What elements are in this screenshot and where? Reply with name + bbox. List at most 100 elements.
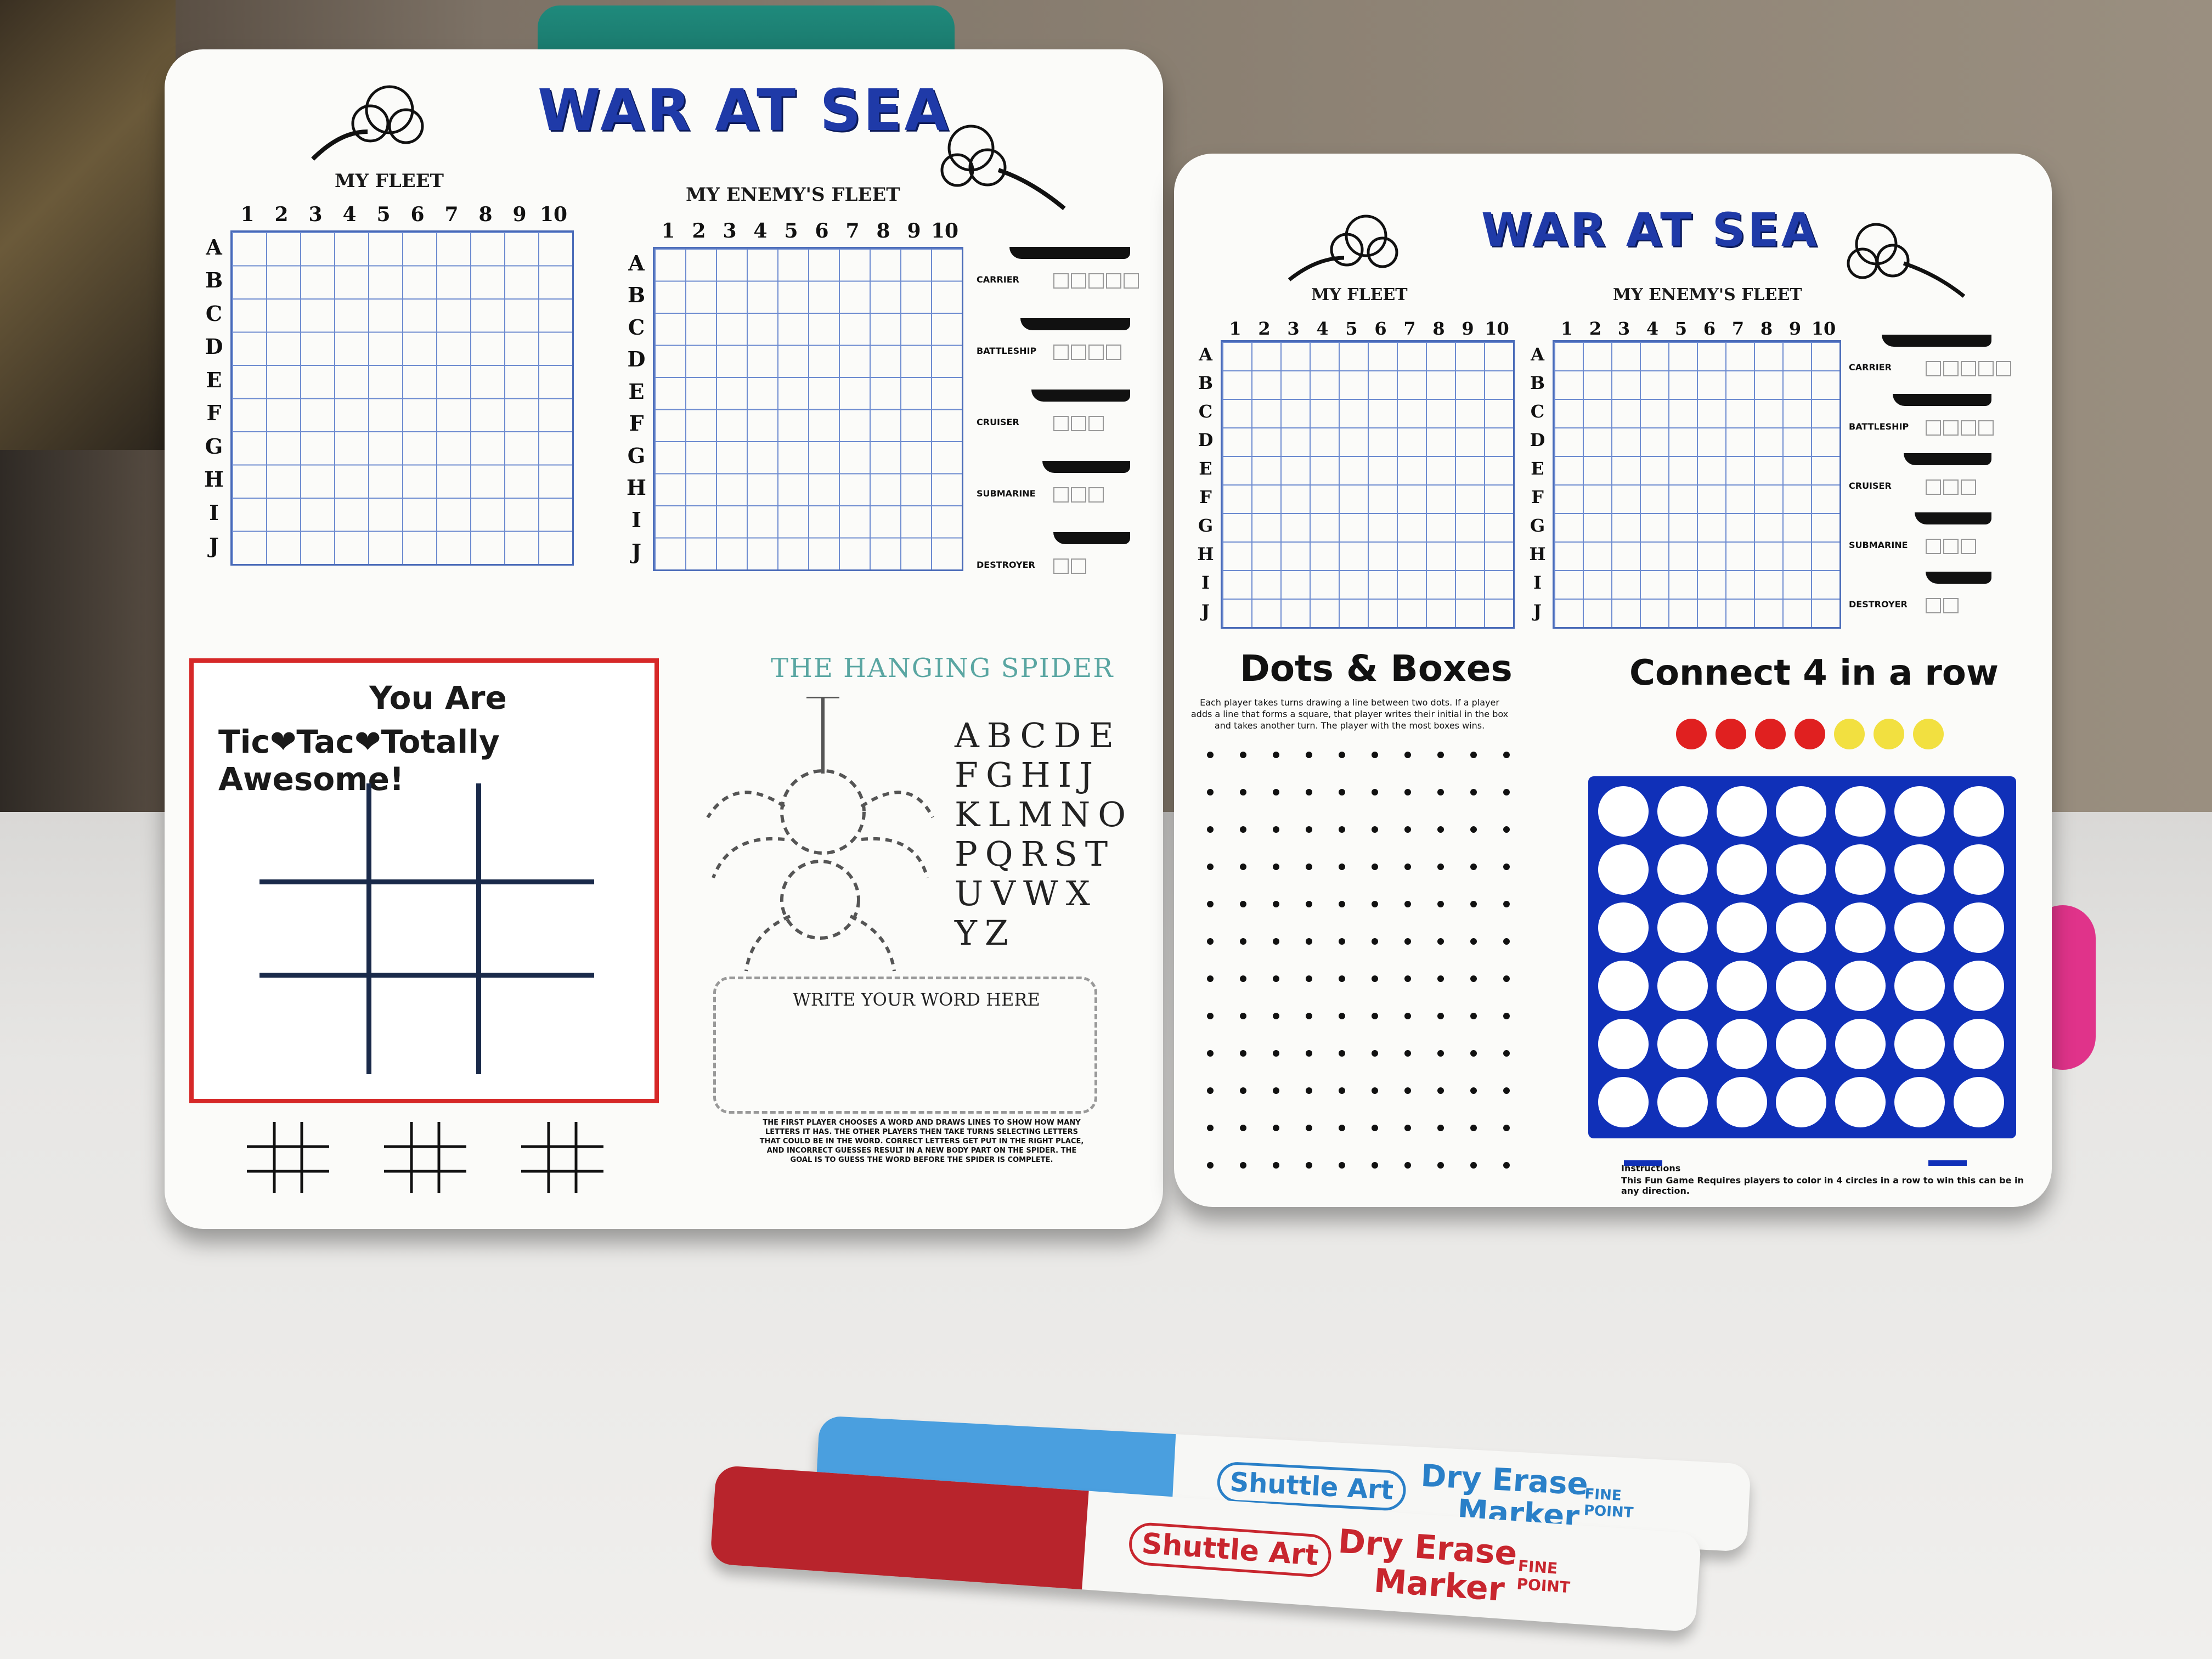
connect-four-slot[interactable] <box>1717 844 1767 895</box>
dot[interactable] <box>1207 1125 1214 1131</box>
dot[interactable] <box>1404 1162 1411 1169</box>
alphabet-row[interactable]: ABCDE <box>955 716 1133 755</box>
connect-four-slot[interactable] <box>1835 844 1886 895</box>
dot[interactable] <box>1339 975 1345 982</box>
dot[interactable] <box>1240 975 1246 982</box>
connect-four-slot[interactable] <box>1717 902 1767 953</box>
dot[interactable] <box>1470 1125 1477 1131</box>
dot[interactable] <box>1404 975 1411 982</box>
dot[interactable] <box>1437 752 1444 758</box>
enemy-fleet-grid[interactable] <box>1553 340 1841 629</box>
dot[interactable] <box>1306 789 1312 795</box>
dot[interactable] <box>1372 1162 1378 1169</box>
hit-box[interactable] <box>1926 420 1941 436</box>
connect-four-slot[interactable] <box>1954 786 2004 837</box>
connect-four-slot[interactable] <box>1894 1019 1945 1069</box>
dot[interactable] <box>1470 1050 1477 1057</box>
hit-box[interactable] <box>1071 273 1086 289</box>
dot[interactable] <box>1240 752 1246 758</box>
dot[interactable] <box>1437 901 1444 907</box>
dot[interactable] <box>1470 752 1477 758</box>
hit-box[interactable] <box>1978 361 1994 376</box>
hit-box[interactable] <box>1053 558 1069 574</box>
dot[interactable] <box>1503 938 1510 945</box>
dot[interactable] <box>1273 901 1279 907</box>
hit-box[interactable] <box>1071 487 1086 503</box>
dot[interactable] <box>1240 1162 1246 1169</box>
dot[interactable] <box>1503 752 1510 758</box>
tic-tac-toe-grid[interactable] <box>259 783 594 1074</box>
dot[interactable] <box>1207 975 1214 982</box>
dot[interactable] <box>1437 1162 1444 1169</box>
dot[interactable] <box>1306 1087 1312 1094</box>
connect-four-slot[interactable] <box>1598 1077 1649 1127</box>
dot[interactable] <box>1372 938 1378 945</box>
alphabet-row[interactable]: PQRST <box>955 834 1133 874</box>
hit-box[interactable] <box>1943 361 1959 376</box>
hit-box[interactable] <box>1088 273 1104 289</box>
hit-box[interactable] <box>1088 487 1104 503</box>
ship-hit-boxes[interactable] <box>1926 479 1976 495</box>
dot[interactable] <box>1207 1087 1214 1094</box>
dot[interactable] <box>1273 975 1279 982</box>
dot[interactable] <box>1240 789 1246 795</box>
hit-box[interactable] <box>1926 598 1941 613</box>
connect-four-slot[interactable] <box>1657 844 1708 895</box>
dot[interactable] <box>1273 826 1279 833</box>
dot[interactable] <box>1240 1013 1246 1019</box>
ship-hit-boxes[interactable] <box>1053 487 1104 503</box>
dot[interactable] <box>1339 1050 1345 1057</box>
dot[interactable] <box>1470 901 1477 907</box>
dot[interactable] <box>1273 1087 1279 1094</box>
connect-four-slot[interactable] <box>1835 786 1886 837</box>
dot[interactable] <box>1339 789 1345 795</box>
connect-four-slot[interactable] <box>1954 844 2004 895</box>
dot[interactable] <box>1470 864 1477 870</box>
dot[interactable] <box>1503 1162 1510 1169</box>
hit-box[interactable] <box>1053 273 1069 289</box>
dot[interactable] <box>1404 1013 1411 1019</box>
dot[interactable] <box>1306 1050 1312 1057</box>
dot[interactable] <box>1470 975 1477 982</box>
dot[interactable] <box>1207 901 1214 907</box>
dot[interactable] <box>1372 1087 1378 1094</box>
connect-four-slot[interactable] <box>1835 1077 1886 1127</box>
dot[interactable] <box>1339 864 1345 870</box>
dot[interactable] <box>1404 1125 1411 1131</box>
dot[interactable] <box>1273 938 1279 945</box>
dot[interactable] <box>1273 1125 1279 1131</box>
dot[interactable] <box>1207 1013 1214 1019</box>
connect-four-board[interactable] <box>1588 776 2016 1138</box>
hit-box[interactable] <box>1961 361 1976 376</box>
dot[interactable] <box>1372 789 1378 795</box>
connect-four-slot[interactable] <box>1835 1019 1886 1069</box>
connect-four-slot[interactable] <box>1657 786 1708 837</box>
dot[interactable] <box>1372 1125 1378 1131</box>
hit-box[interactable] <box>1996 361 2011 376</box>
dot[interactable] <box>1339 938 1345 945</box>
dot[interactable] <box>1404 901 1411 907</box>
connect-four-slot[interactable] <box>1954 961 2004 1011</box>
dot[interactable] <box>1470 1013 1477 1019</box>
connect-four-slot[interactable] <box>1894 844 1945 895</box>
hit-box[interactable] <box>1926 539 1941 554</box>
hit-box[interactable] <box>1088 345 1104 360</box>
connect-four-slot[interactable] <box>1776 844 1826 895</box>
dot[interactable] <box>1503 975 1510 982</box>
dot[interactable] <box>1273 864 1279 870</box>
dot[interactable] <box>1372 901 1378 907</box>
connect-four-slot[interactable] <box>1776 961 1826 1011</box>
enemy-fleet-grid[interactable] <box>653 247 963 571</box>
ship-hit-boxes[interactable] <box>1926 598 1959 613</box>
dot[interactable] <box>1470 1162 1477 1169</box>
connect-four-slot[interactable] <box>1598 1019 1649 1069</box>
connect-four-slot[interactable] <box>1717 786 1767 837</box>
dot[interactable] <box>1437 826 1444 833</box>
hit-box[interactable] <box>1124 273 1139 289</box>
connect-four-slot[interactable] <box>1776 1077 1826 1127</box>
dot[interactable] <box>1240 1125 1246 1131</box>
dot[interactable] <box>1273 789 1279 795</box>
dot[interactable] <box>1372 1050 1378 1057</box>
dot[interactable] <box>1306 1125 1312 1131</box>
my-fleet-grid[interactable] <box>1221 340 1515 629</box>
